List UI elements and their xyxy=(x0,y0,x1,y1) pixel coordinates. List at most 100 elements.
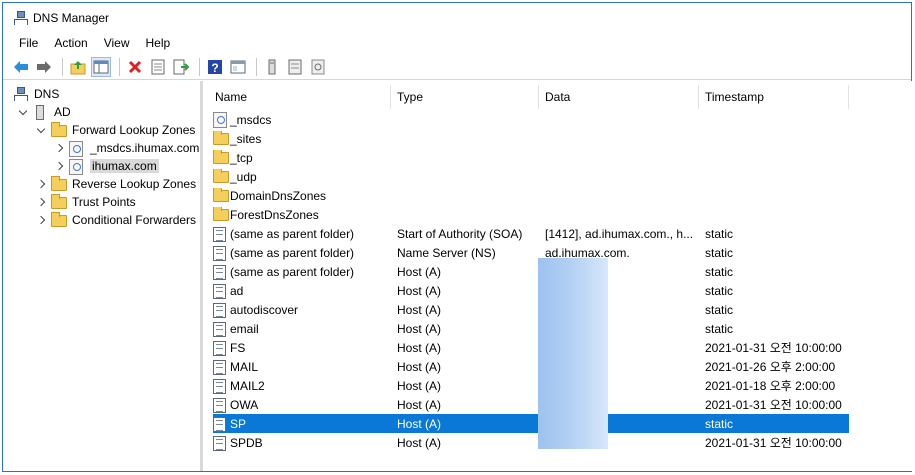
record-name: _sites xyxy=(230,131,262,146)
export-list-icon xyxy=(173,59,189,74)
list-item[interactable]: _tcp xyxy=(213,148,849,167)
record-data: [1412], ad.ihumax.com., h... xyxy=(545,226,694,241)
tree-item-ad[interactable]: AD xyxy=(17,103,71,121)
record-timestamp: 2021-01-26 오후 2:00:00 xyxy=(705,360,836,374)
list-item[interactable]: OWA Host (A) 2021-01-31 오전 10:00:00 xyxy=(213,395,849,414)
record-name: _udp xyxy=(230,169,257,184)
list-item[interactable]: _msdcs xyxy=(213,110,849,129)
record-name: MAIL xyxy=(230,359,259,374)
tree-item-label: ihumax.com xyxy=(90,159,159,173)
list-item[interactable]: email Host (A) static xyxy=(213,319,849,338)
tree-item-label: _msdcs.ihumax.com xyxy=(90,141,200,155)
menu-help[interactable]: Help xyxy=(138,36,179,50)
column-header-timestamp[interactable]: Timestamp xyxy=(699,85,849,109)
tree-item-label: Conditional Forwarders xyxy=(72,213,197,227)
folder-icon xyxy=(51,122,67,137)
expander-expanded-icon[interactable] xyxy=(17,106,29,118)
properties-button[interactable] xyxy=(148,57,168,77)
record-icon xyxy=(213,245,227,261)
tree-item-label: AD xyxy=(54,105,71,119)
record-name: _tcp xyxy=(230,150,253,165)
column-header-data[interactable]: Data xyxy=(539,85,699,109)
tree-item-msdcs-zone[interactable]: _msdcs.ihumax.com xyxy=(53,139,199,157)
tree-item-label: Forward Lookup Zones xyxy=(72,123,196,137)
tree-item-forward-lookup-zones[interactable]: Forward Lookup Zones xyxy=(35,121,195,139)
record-list-button[interactable] xyxy=(285,57,305,77)
list-item[interactable]: ad Host (A) static xyxy=(213,281,849,300)
list-item[interactable]: _udp xyxy=(213,167,849,186)
record-type: Start of Authority (SOA) xyxy=(397,226,523,241)
list-item[interactable]: SPDB Host (A) 2021-01-31 오전 10:00:00 xyxy=(213,433,849,452)
menu-file[interactable]: File xyxy=(11,36,46,50)
delete-icon xyxy=(128,60,142,73)
folder-icon xyxy=(51,194,67,209)
up-one-level-button[interactable] xyxy=(68,57,88,77)
record-icon xyxy=(213,302,227,318)
record-timestamp: static xyxy=(705,302,734,317)
forward-button[interactable] xyxy=(34,57,54,77)
folder-icon xyxy=(213,206,229,223)
column-header-name[interactable]: Name xyxy=(209,85,391,109)
list-item[interactable]: MAIL2 Host (A) 2021-01-18 오후 2:00:00 xyxy=(213,376,849,395)
update-data-button[interactable] xyxy=(308,57,328,77)
record-name: SP xyxy=(230,416,247,431)
delete-button[interactable] xyxy=(125,57,145,77)
expander-collapsed-icon[interactable] xyxy=(35,178,47,190)
record-name: (same as parent folder) xyxy=(230,245,355,260)
expander-collapsed-icon[interactable] xyxy=(35,196,47,208)
console-view-icon xyxy=(230,60,246,73)
record-icon xyxy=(213,435,227,451)
console-view-button[interactable] xyxy=(228,57,248,77)
column-header-type[interactable]: Type xyxy=(391,85,539,109)
list-item[interactable]: autodiscover Host (A) static xyxy=(213,300,849,319)
record-type: Host (A) xyxy=(397,340,442,355)
list-item[interactable]: MAIL Host (A) 2021-01-26 오후 2:00:00 xyxy=(213,357,849,376)
properties-icon xyxy=(151,59,165,74)
record-name: OWA xyxy=(230,397,259,412)
zone-icon xyxy=(213,111,227,128)
list-item-selected[interactable]: SP Host (A) static xyxy=(213,414,849,433)
expander-collapsed-icon[interactable] xyxy=(35,214,47,226)
list-item[interactable]: ForestDnsZones xyxy=(213,205,849,224)
up-folder-icon xyxy=(70,60,86,74)
list-item[interactable]: (same as parent folder) Name Server (NS)… xyxy=(213,243,849,262)
help-button[interactable]: ? xyxy=(205,57,225,77)
record-name: FS xyxy=(230,340,246,355)
record-type: Host (A) xyxy=(397,283,442,298)
list-item[interactable]: DomainDnsZones xyxy=(213,186,849,205)
list-header: Name Type Data Timestamp xyxy=(209,85,849,109)
record-type: Host (A) xyxy=(397,397,442,412)
title-bar: DNS Manager xyxy=(3,3,911,33)
record-timestamp: static xyxy=(705,283,734,298)
zone-icon xyxy=(69,159,85,175)
record-name: ad xyxy=(230,283,244,298)
record-name: ForestDnsZones xyxy=(230,207,319,222)
record-name: _msdcs xyxy=(230,112,272,127)
record-timestamp: static xyxy=(705,226,734,241)
expander-collapsed-icon[interactable] xyxy=(53,160,65,172)
list-item[interactable]: (same as parent folder) Host (A) static xyxy=(213,262,849,281)
menu-view[interactable]: View xyxy=(96,36,138,50)
tree-item-conditional-forwarders[interactable]: Conditional Forwarders xyxy=(35,211,196,229)
list-item[interactable]: FS Host (A) 2021-01-31 오전 10:00:00 xyxy=(213,338,849,357)
list-item[interactable]: _sites xyxy=(213,129,849,148)
tree-item-dns[interactable]: DNS xyxy=(13,85,59,103)
export-list-button[interactable] xyxy=(171,57,191,77)
server-button[interactable] xyxy=(262,57,282,77)
window-title: DNS Manager xyxy=(33,11,110,25)
tree-item-trust-points[interactable]: Trust Points xyxy=(35,193,136,211)
list-item[interactable]: (same as parent folder) Start of Authori… xyxy=(213,224,849,243)
tree-item-reverse-lookup-zones[interactable]: Reverse Lookup Zones xyxy=(35,175,196,193)
tree-item-ihumax-zone[interactable]: ihumax.com xyxy=(53,157,159,175)
record-icon xyxy=(213,378,227,394)
record-timestamp: 2021-01-31 오전 10:00:00 xyxy=(705,436,842,450)
show-hide-console-tree-button[interactable] xyxy=(91,56,111,77)
record-type: Host (A) xyxy=(397,435,442,450)
expander-expanded-icon[interactable] xyxy=(35,124,47,136)
menu-action[interactable]: Action xyxy=(46,36,95,50)
record-timestamp: 2021-01-31 오전 10:00:00 xyxy=(705,341,842,355)
back-button[interactable] xyxy=(11,57,31,77)
expander-collapsed-icon[interactable] xyxy=(53,142,65,154)
record-type: Host (A) xyxy=(397,359,442,374)
record-name: email xyxy=(230,321,259,336)
